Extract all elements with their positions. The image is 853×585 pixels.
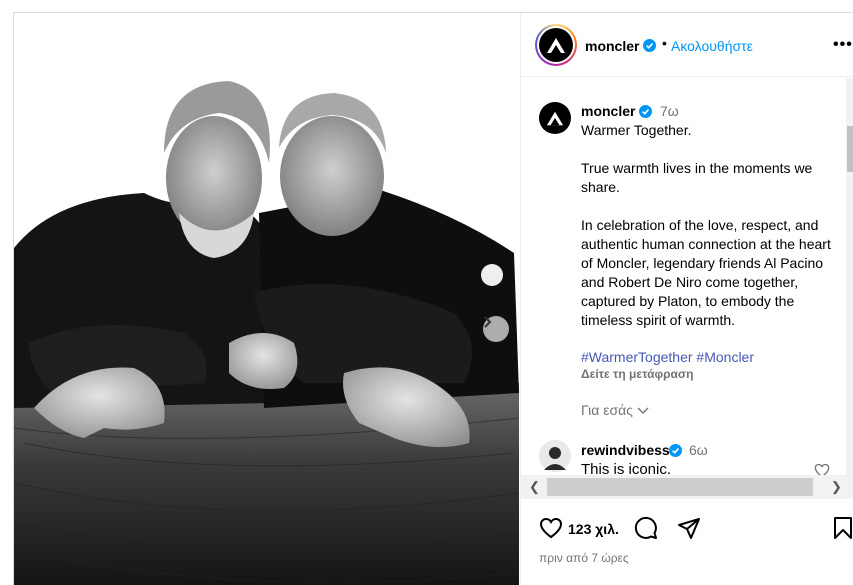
comment-time: 6ω: [689, 442, 708, 458]
horizontal-scrollbar-thumb[interactable]: [547, 478, 813, 496]
separator-dot: •: [662, 35, 667, 51]
verified-badge-icon: [643, 39, 656, 52]
photo-illustration: [14, 13, 519, 585]
hashtag-link[interactable]: #Moncler: [696, 349, 754, 365]
post-modal: moncler • Ακολουθήστε ••• moncler 7ω War…: [13, 12, 853, 585]
post-header: moncler • Ακολουθήστε •••: [521, 13, 853, 77]
bookmark-icon[interactable]: [833, 516, 853, 540]
for-you-label: Για εσάς: [581, 402, 633, 418]
caption-text: Warmer Together. True warmth lives in th…: [581, 122, 831, 328]
comment-bubble-icon[interactable]: [634, 516, 658, 540]
scroll-left-icon[interactable]: ❮: [529, 479, 540, 495]
header-username[interactable]: moncler: [585, 38, 639, 54]
scroll-right-icon[interactable]: ❯: [831, 479, 842, 495]
moncler-logo-icon: [547, 38, 565, 53]
story-ring[interactable]: [535, 24, 577, 66]
post-sidebar: moncler • Ακολουθήστε ••• moncler 7ω War…: [520, 13, 853, 585]
caption-time: 7ω: [660, 103, 679, 119]
paper-plane-icon[interactable]: [677, 516, 701, 540]
avatar: [539, 28, 573, 62]
comment-username[interactable]: rewindvibess: [581, 442, 670, 458]
comments-scroll-area[interactable]: moncler 7ω Warmer Together. True warmth …: [521, 78, 853, 487]
follow-button[interactable]: Ακολουθήστε: [671, 38, 753, 54]
chevron-right-icon: [484, 316, 492, 328]
chevron-down-icon: [637, 407, 649, 414]
posted-time: πριν από 7 ώρες: [539, 551, 629, 565]
avatar[interactable]: [539, 440, 571, 472]
see-translation-link[interactable]: Δείτε τη μετάφραση: [581, 367, 693, 381]
horizontal-scrollbar[interactable]: ❮ ❯: [521, 475, 853, 499]
post-photo[interactable]: [14, 13, 519, 585]
verified-badge-icon: [639, 105, 652, 118]
user-photo-icon: [539, 440, 571, 472]
action-bar: 123 χιλ.: [521, 513, 853, 553]
heart-icon[interactable]: [539, 517, 563, 539]
caption-hashtags: #WarmerTogether #Moncler: [581, 349, 754, 365]
verified-badge-icon: [669, 444, 682, 457]
moncler-logo-icon: [546, 111, 564, 126]
vertical-scrollbar-thumb[interactable]: [847, 126, 853, 172]
hashtag-link[interactable]: #WarmerTogether: [581, 349, 693, 365]
for-you-toggle[interactable]: Για εσάς: [581, 402, 649, 418]
next-photo-button[interactable]: [483, 316, 509, 342]
like-count[interactable]: 123 χιλ.: [568, 521, 619, 537]
avatar[interactable]: [539, 102, 571, 134]
caption-username[interactable]: moncler: [581, 103, 635, 119]
more-options-icon[interactable]: •••: [833, 36, 853, 54]
